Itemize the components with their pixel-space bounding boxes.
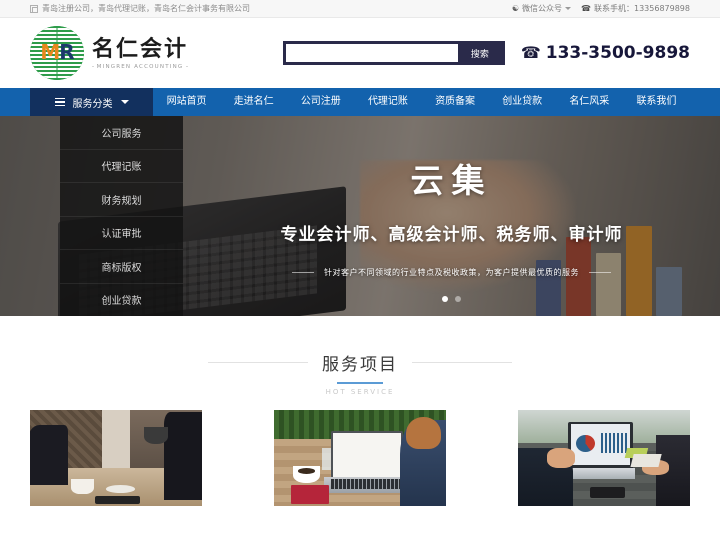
hero-banner: 云集 专业会计师、高级会计师、税务师、审计师 针对客户不同领域的行业特点及税收政…	[0, 116, 720, 316]
card1-saucer	[105, 484, 135, 493]
hamburger-icon	[54, 97, 65, 107]
brand-name-en-row: MINGREN ACCOUNTING	[92, 63, 189, 70]
service-card-1[interactable]	[30, 410, 202, 506]
card3-tablet	[629, 454, 661, 468]
card2-laptop-screen	[330, 431, 403, 480]
card2-notebook	[291, 484, 330, 505]
section-rule-left	[208, 362, 308, 363]
sidebar-item-certification[interactable]: 认证审批	[60, 217, 183, 250]
brand-divider-right	[186, 66, 189, 67]
search-box: 搜索	[282, 41, 505, 65]
contact-phone-label: 联系手机：13356879898	[594, 4, 690, 13]
section-subtitle: HOT SERVICE	[325, 388, 395, 396]
service-category-label: 服务分类	[72, 98, 113, 110]
header-right: 搜索 ☎ 133-3500-9898	[282, 41, 690, 65]
section-header: 服务项目 HOT SERVICE	[0, 350, 720, 396]
sidebar-item-company-service[interactable]: 公司服务	[60, 116, 183, 150]
search-input[interactable]	[285, 44, 458, 62]
nav-item-bookkeeping[interactable]: 代理记账	[354, 88, 421, 116]
brand-name-en: MINGREN ACCOUNTING	[96, 63, 184, 70]
wechat-public-link[interactable]: ☯ 微信公众号	[511, 3, 572, 14]
top-bar-inner: 青岛注册公司，青岛代理记账，青岛名仁会计事务有限公司 ☯ 微信公众号 ☎ 联系手…	[30, 3, 690, 14]
card2-laptop-keyboard	[330, 479, 402, 489]
top-bar-links: ☯ 微信公众号 ☎ 联系手机：13356879898	[512, 3, 690, 14]
brand-text: 名仁会计 MINGREN ACCOUNTING	[92, 36, 189, 70]
service-category-button[interactable]: 服务分类	[30, 88, 153, 116]
carousel-dots	[183, 296, 720, 302]
nav-item-home[interactable]: 网站首页	[153, 88, 220, 116]
sidebar-item-trademark[interactable]: 商标版权	[60, 250, 183, 284]
chevron-down-icon	[565, 7, 572, 10]
logo-letter-m: M	[40, 40, 60, 64]
carousel-dot-1[interactable]	[442, 296, 448, 302]
card1-cup-b	[143, 427, 168, 444]
brand-logo[interactable]: MR 名仁会计 MINGREN ACCOUNTING	[30, 26, 189, 80]
sidebar-item-startup-loan[interactable]: 创业贷款	[60, 284, 183, 317]
nav-item-company-registration[interactable]: 公司注册	[287, 88, 354, 116]
hero-content: 云集 专业会计师、高级会计师、税务师、审计师 针对客户不同领域的行业特点及税收政…	[183, 116, 720, 316]
hero-title: 云集	[410, 161, 493, 200]
nav-item-about[interactable]: 走进名仁	[220, 88, 287, 116]
nav-item-contact[interactable]: 联系我们	[623, 88, 690, 116]
card1-person-left	[30, 425, 68, 485]
site-header-inner: MR 名仁会计 MINGREN ACCOUNTING 搜索 ☎ 133-3500…	[30, 18, 690, 88]
card1-window	[102, 410, 130, 476]
sidebar-item-financial-planning[interactable]: 财务规划	[60, 183, 183, 217]
card2-coffee-cup	[292, 465, 321, 483]
card3-hand-left	[547, 448, 575, 468]
globe-logo-icon: MR	[30, 26, 84, 80]
mr-monogram: MR	[30, 42, 84, 62]
breadcrumb-text: 青岛注册公司，青岛代理记账，青岛名仁会计事务有限公司	[42, 4, 250, 13]
brand-name-cn: 名仁会计	[92, 36, 189, 62]
home-icon	[30, 4, 38, 13]
card2-person-head	[406, 416, 441, 450]
header-telephone: ☎ 133-3500-9898	[521, 43, 690, 63]
section-rule-right	[412, 362, 512, 363]
card1-phone	[95, 496, 141, 505]
service-card-2[interactable]	[274, 410, 446, 506]
hero-description: 针对客户不同领域的行业特点及税收政策，为客户提供最优质的服务	[324, 268, 579, 277]
service-card-list	[30, 410, 690, 506]
card3-bar-chart	[600, 433, 629, 454]
main-navigation: 服务分类 网站首页 走进名仁 公司注册 代理记账 资质备案 创业贷款 名仁风采 …	[0, 88, 720, 116]
hero-rule-right	[589, 272, 611, 273]
chevron-down-icon	[120, 100, 129, 104]
page-root: 青岛注册公司，青岛代理记账，青岛名仁会计事务有限公司 ☯ 微信公众号 ☎ 联系手…	[0, 0, 720, 540]
services-section: 服务项目 HOT SERVICE	[0, 316, 720, 506]
wechat-icon: ☯	[511, 4, 520, 13]
contact-phone-link[interactable]: ☎ 联系手机：13356879898	[581, 3, 690, 14]
hero-rule-left	[292, 272, 314, 273]
card3-phone	[590, 486, 625, 499]
nav-item-showcase[interactable]: 名仁风采	[556, 88, 623, 116]
top-bar: 青岛注册公司，青岛代理记账，青岛名仁会计事务有限公司 ☯ 微信公众号 ☎ 联系手…	[0, 0, 720, 18]
service-side-menu: 公司服务 代理记账 财务规划 认证审批 商标版权 创业贷款	[60, 116, 183, 316]
service-card-3[interactable]	[518, 410, 690, 506]
card3-keyboard	[562, 467, 635, 480]
hero-description-row: 针对客户不同领域的行业特点及税收政策，为客户提供最优质的服务	[292, 267, 611, 278]
brand-divider-left	[92, 66, 94, 67]
section-title-row: 服务项目	[0, 350, 720, 375]
search-button[interactable]: 搜索	[457, 44, 502, 62]
section-title: 服务项目	[322, 355, 398, 375]
breadcrumb: 青岛注册公司，青岛代理记账，青岛名仁会计事务有限公司	[30, 3, 250, 14]
nav-item-qualification[interactable]: 资质备案	[422, 88, 489, 116]
nav-items: 网站首页 走进名仁 公司注册 代理记账 资质备案 创业贷款 名仁风采 联系我们	[153, 88, 690, 116]
logo-letter-r: R	[59, 40, 74, 64]
site-header: MR 名仁会计 MINGREN ACCOUNTING 搜索 ☎ 133-3500…	[0, 18, 720, 88]
telephone-icon: ☎	[520, 43, 541, 62]
telephone-number: 133-3500-9898	[545, 43, 690, 63]
nav-item-startup-loan[interactable]: 创业贷款	[489, 88, 556, 116]
sidebar-item-bookkeeping[interactable]: 代理记账	[60, 150, 183, 183]
carousel-dot-2[interactable]	[455, 296, 461, 302]
main-navigation-inner: 服务分类 网站首页 走进名仁 公司注册 代理记账 资质备案 创业贷款 名仁风采 …	[30, 88, 690, 116]
section-accent-bar	[337, 382, 383, 384]
phone-icon: ☎	[581, 4, 591, 13]
card1-cup-a	[71, 479, 94, 495]
wechat-label: 微信公众号	[522, 4, 563, 13]
hero-subtitle: 专业会计师、高级会计师、税务师、审计师	[280, 225, 623, 245]
card1-person-right	[164, 411, 202, 501]
